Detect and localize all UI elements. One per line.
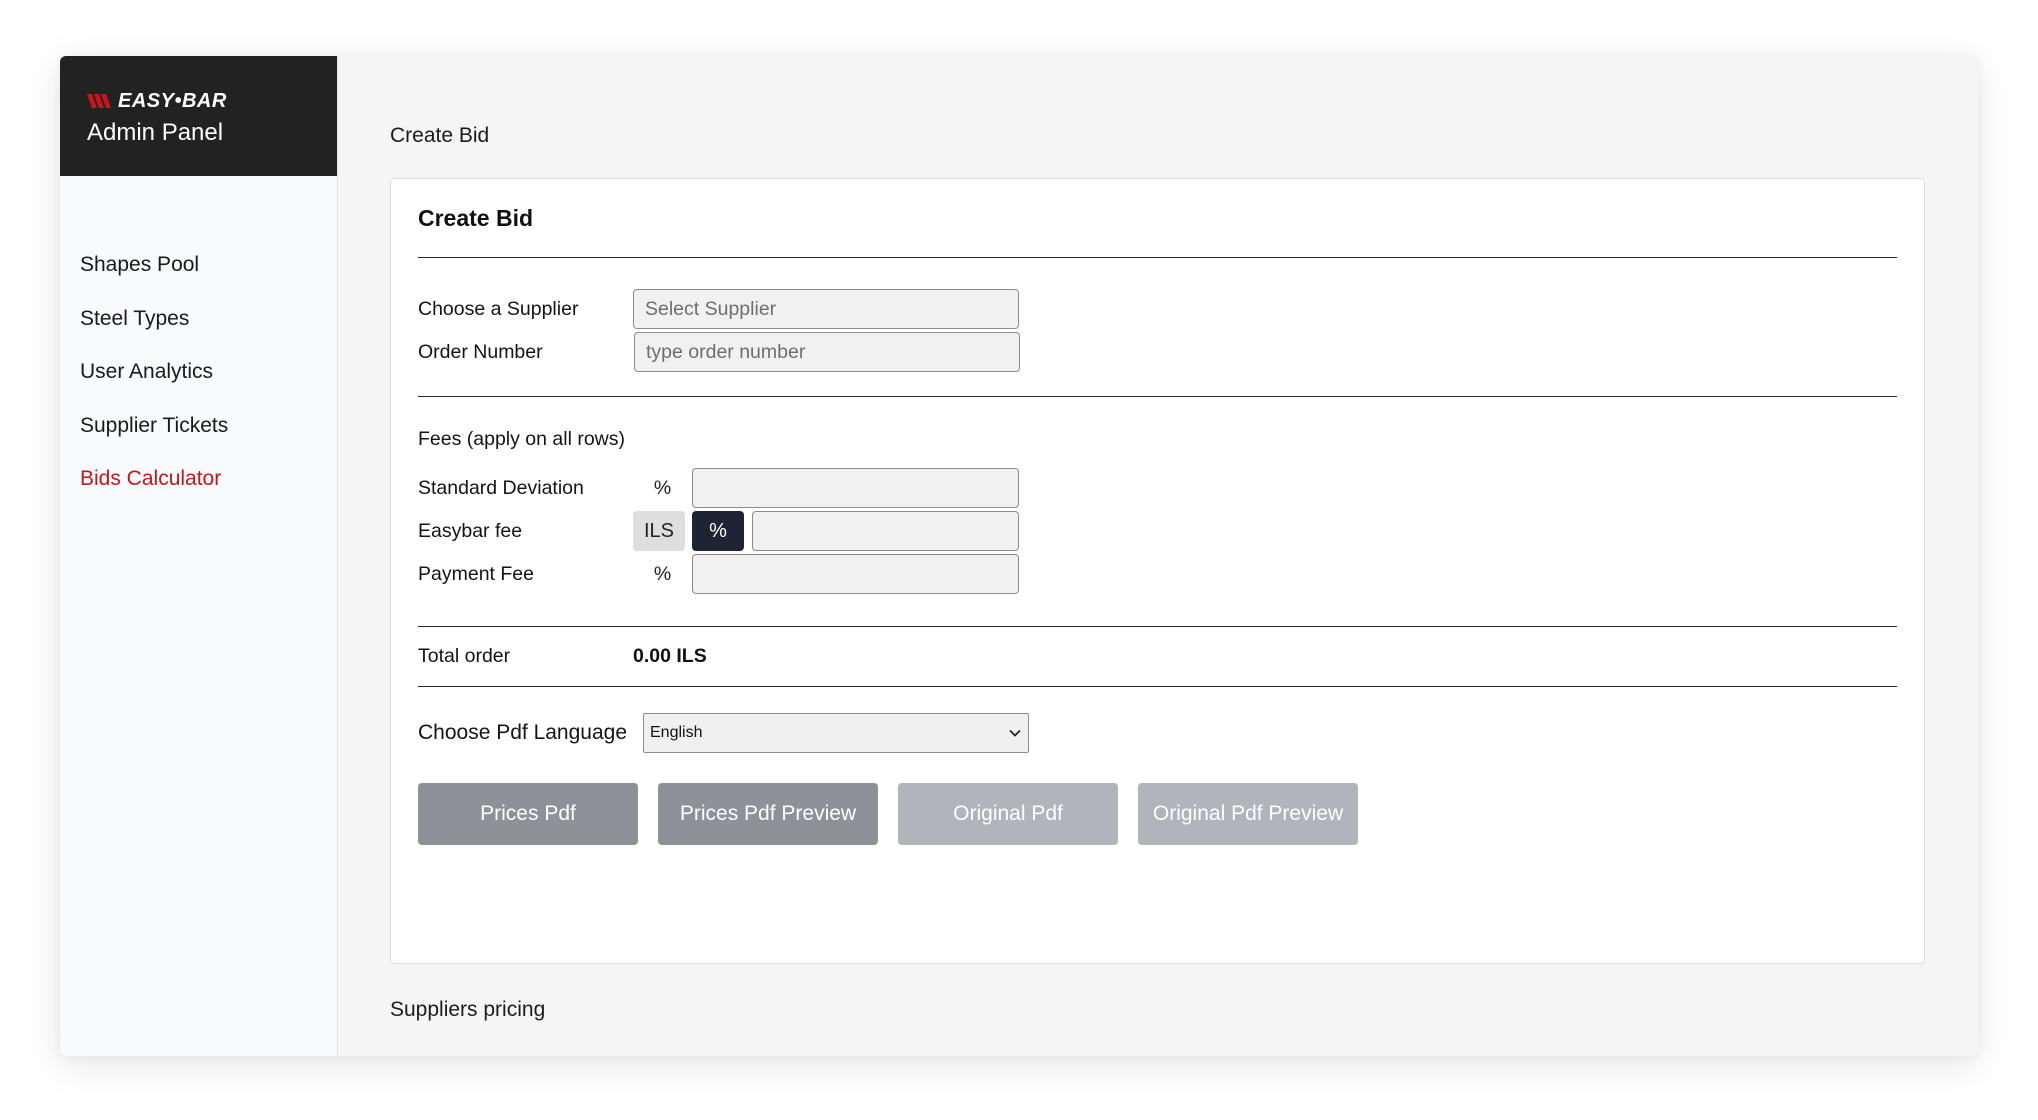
card-title: Create Bid <box>418 205 534 231</box>
sidebar: EASY•BAR Admin Panel Shapes Pool Steel T… <box>60 56 338 1056</box>
pdf-buttons: Prices Pdf Prices Pdf Preview Original P… <box>418 783 1897 845</box>
suppliers-pricing-label: Suppliers pricing <box>390 998 546 1021</box>
payment-fee-label: Payment Fee <box>418 562 534 585</box>
original-pdf-button[interactable]: Original Pdf <box>898 783 1118 845</box>
admin-panel-title: Admin Panel <box>87 119 224 146</box>
brand-header: EASY•BAR Admin Panel <box>60 56 337 176</box>
supplier-row: Choose a Supplier <box>418 289 1897 329</box>
create-bid-card: Create Bid Choose a Supplier Order Numbe… <box>390 178 1925 964</box>
payment-fee-row: Payment Fee % <box>418 554 1897 594</box>
ils-toggle-button[interactable]: ILS <box>633 511 685 551</box>
pdf-language-select[interactable]: English <box>643 713 1029 753</box>
order-number-row: Order Number <box>418 332 1897 372</box>
fees-section-label: Fees (apply on all rows) <box>418 428 625 450</box>
standard-deviation-unit: % <box>653 476 672 499</box>
easybar-fee-input[interactable] <box>752 511 1019 551</box>
main-content: Create Bid Create Bid Choose a Supplier … <box>338 56 1978 1056</box>
sidebar-item-steel-types[interactable]: Steel Types <box>80 304 337 358</box>
pdf-language-selected: English <box>650 724 703 741</box>
divider <box>418 396 1897 397</box>
pdf-language-row: Choose Pdf Language English <box>418 713 1897 753</box>
prices-pdf-preview-button[interactable]: Prices Pdf Preview <box>658 783 878 845</box>
divider <box>418 257 1897 258</box>
pdf-language-label: Choose Pdf Language <box>418 721 628 744</box>
supplier-label: Choose a Supplier <box>418 297 579 320</box>
sidebar-item-bids-calculator[interactable]: Bids Calculator <box>80 464 337 518</box>
prices-pdf-button[interactable]: Prices Pdf <box>418 783 638 845</box>
sidebar-item-shapes-pool[interactable]: Shapes Pool <box>80 250 337 304</box>
original-pdf-preview-button[interactable]: Original Pdf Preview <box>1138 783 1358 845</box>
app-window: EASY•BAR Admin Panel Shapes Pool Steel T… <box>60 56 1978 1056</box>
total-order-value: 0.00 ILS <box>633 645 707 667</box>
standard-deviation-row: Standard Deviation % <box>418 468 1897 508</box>
total-order-row: Total order 0.00 ILS <box>418 627 1897 686</box>
percent-toggle-button[interactable]: % <box>692 511 744 551</box>
order-number-label: Order Number <box>418 340 543 363</box>
payment-fee-unit: % <box>653 562 672 585</box>
sidebar-nav: Shapes Pool Steel Types User Analytics S… <box>60 176 337 518</box>
payment-fee-input[interactable] <box>692 554 1019 594</box>
sidebar-item-user-analytics[interactable]: User Analytics <box>80 357 337 411</box>
standard-deviation-input[interactable] <box>692 468 1019 508</box>
logo-stripes-icon <box>87 94 111 108</box>
divider <box>418 686 1897 687</box>
order-number-input[interactable] <box>634 332 1020 372</box>
easybar-fee-row: Easybar fee ILS % <box>418 511 1897 551</box>
chevron-down-icon <box>1009 729 1021 737</box>
sidebar-item-supplier-tickets[interactable]: Supplier Tickets <box>80 411 337 465</box>
standard-deviation-label: Standard Deviation <box>418 476 584 499</box>
logo: EASY•BAR <box>87 89 337 113</box>
total-order-label: Total order <box>418 645 511 667</box>
easybar-fee-label: Easybar fee <box>418 519 523 542</box>
logo-text: EASY•BAR <box>118 89 227 112</box>
supplier-select-input[interactable] <box>633 289 1019 329</box>
page-breadcrumb: Create Bid <box>390 124 490 147</box>
